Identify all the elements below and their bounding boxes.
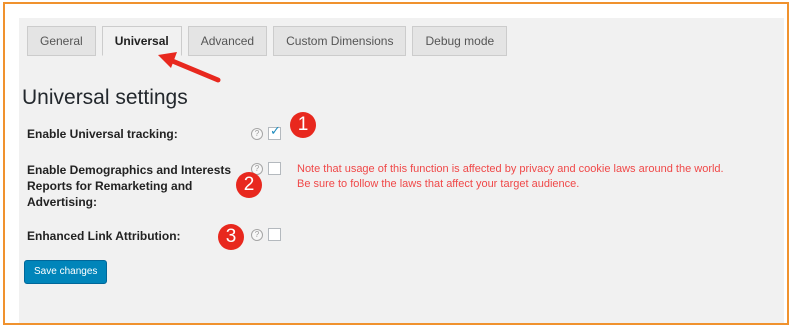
annotation-badge-2: 2 [236, 172, 262, 198]
annotation-badge-3: 3 [218, 224, 244, 250]
annotation-arrow-icon [158, 52, 221, 83]
annotation-badge-1: 1 [290, 112, 316, 138]
